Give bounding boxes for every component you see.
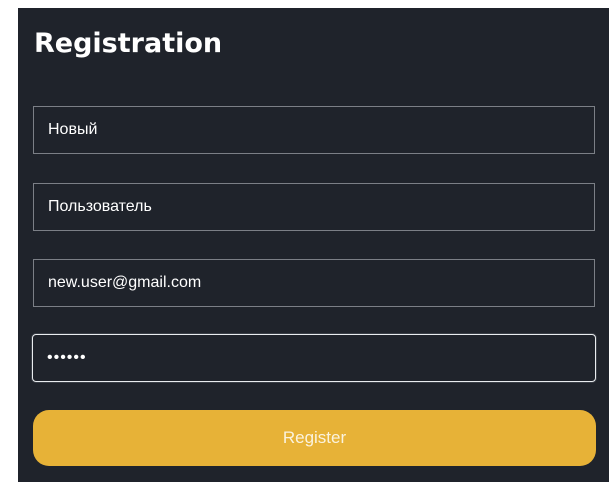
password-input[interactable] [32,334,596,382]
register-button[interactable]: Register [33,410,596,466]
first-name-input[interactable] [33,106,595,154]
email-input[interactable] [33,259,595,307]
registration-form: Registration Register [18,8,609,482]
form-title: Registration [34,28,223,59]
last-name-input[interactable] [33,183,595,231]
